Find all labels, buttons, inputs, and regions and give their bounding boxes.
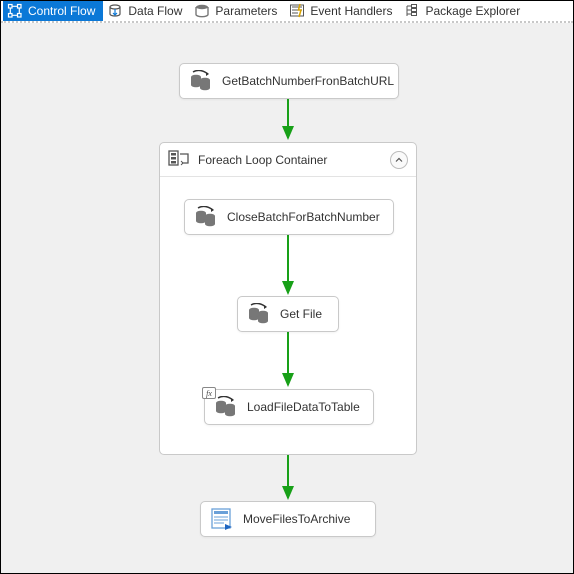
task-label: Get File: [280, 307, 322, 321]
task-move-files-archive[interactable]: MoveFilesToArchive: [200, 501, 376, 537]
script-task-icon: [209, 508, 235, 530]
sql-task-icon: [246, 303, 272, 325]
tab-parameters[interactable]: Parameters: [190, 1, 285, 21]
parameters-icon: [194, 3, 210, 19]
sql-task-icon: [213, 396, 239, 418]
tab-label: Event Handlers: [310, 4, 392, 18]
task-get-batch-number[interactable]: GetBatchNumberFronBatchURL: [179, 63, 399, 99]
task-close-batch[interactable]: CloseBatchForBatchNumber: [184, 199, 394, 235]
task-load-file-data[interactable]: fx LoadFileDataToTable: [204, 389, 374, 425]
sql-task-icon: [188, 70, 214, 92]
task-get-file[interactable]: Get File: [237, 296, 339, 332]
task-label: GetBatchNumberFronBatchURL: [222, 74, 394, 88]
designer-tabbar: Control Flow Data Flow Parameters Event …: [1, 1, 573, 23]
foreach-loop-container[interactable]: Foreach Loop Container CloseBatchForBatc…: [159, 142, 417, 455]
tab-label: Package Explorer: [425, 4, 520, 18]
sql-task-icon: [193, 206, 219, 228]
foreach-icon: [168, 148, 190, 171]
data-flow-icon: [107, 3, 123, 19]
collapse-button[interactable]: [390, 151, 408, 169]
tab-event-handlers[interactable]: Event Handlers: [285, 1, 400, 21]
task-label: MoveFilesToArchive: [243, 512, 350, 526]
task-label: LoadFileDataToTable: [247, 400, 360, 414]
task-label: CloseBatchForBatchNumber: [227, 210, 380, 224]
container-header: Foreach Loop Container: [160, 143, 416, 177]
design-canvas[interactable]: GetBatchNumberFronBatchURL Foreach Loop …: [1, 23, 573, 573]
expression-badge-icon: fx: [202, 387, 216, 399]
event-handlers-icon: [289, 3, 305, 19]
tab-label: Data Flow: [128, 4, 182, 18]
control-flow-icon: [7, 3, 23, 19]
container-title: Foreach Loop Container: [198, 153, 327, 167]
tab-label: Control Flow: [28, 4, 95, 18]
package-explorer-icon: [404, 3, 420, 19]
container-body: CloseBatchForBatchNumber Get File fx Loa…: [160, 177, 416, 456]
tab-label: Parameters: [215, 4, 277, 18]
tab-package-explorer[interactable]: Package Explorer: [400, 1, 528, 21]
tab-data-flow[interactable]: Data Flow: [103, 1, 190, 21]
tab-control-flow[interactable]: Control Flow: [3, 1, 103, 21]
